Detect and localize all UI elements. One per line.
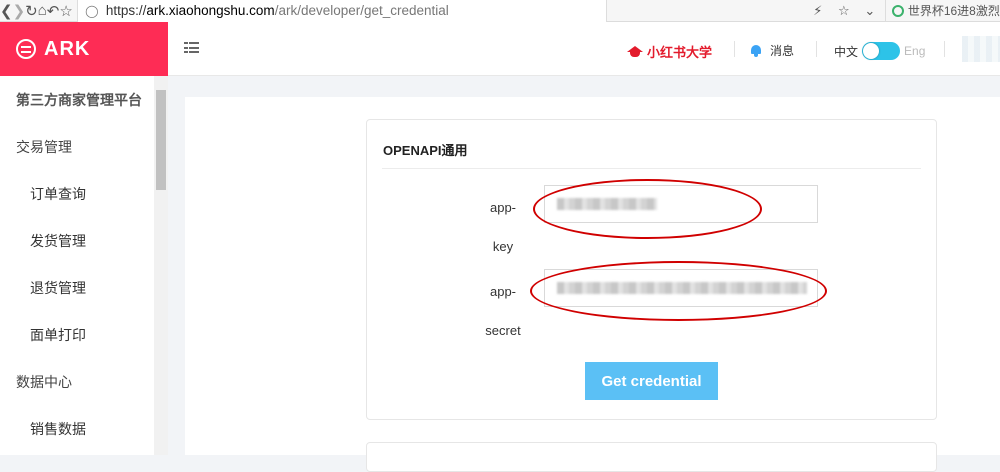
back-icon[interactable]: ❮ [0,0,13,22]
app-secret-label-line2: secret [485,323,521,338]
url-text: https://ark.xiaohongshu.com/ark/develope… [105,3,449,18]
sidebar-item-platform[interactable]: 第三方商家管理平台 [0,76,168,123]
bell-icon [750,44,762,57]
avatar[interactable] [962,36,1000,62]
shield-icon: ◯ [85,3,99,18]
sidebar-item-shipping[interactable]: 发货管理 [0,217,168,264]
graduation-cap-icon [627,45,643,58]
main-content: OPENAPI通用 app- key app- secret Get crede… [185,97,1000,472]
masked-value [557,198,657,210]
sidebar-section-trade[interactable]: 交易管理 [0,123,168,170]
divider [944,41,945,57]
messages-button[interactable]: 消息 [750,42,794,59]
scrollbar-thumb[interactable] [156,90,166,190]
sidebar-scrollbar[interactable] [154,76,168,455]
sidebar-item-orders[interactable]: 订单查询 [0,170,168,217]
university-link[interactable]: 小红书大学 [627,42,712,61]
bookmark-star-icon[interactable]: ☆ [833,3,855,19]
app-header: ARK 小红书大学 消息 中文 Eng [0,22,1000,76]
brand-name: ARK [44,37,91,60]
menu-toggle-icon[interactable] [184,42,199,54]
reload-icon[interactable]: ↻ [25,0,38,22]
star-icon[interactable]: ☆ [59,0,72,22]
forward-icon[interactable]: ❯ [13,0,26,22]
address-bar[interactable]: ◯ https://ark.xiaohongshu.com/ark/develo… [76,0,607,22]
undo-icon[interactable]: ↶ [47,0,60,22]
home-icon[interactable]: ⌂ [38,0,47,22]
sidebar-section-data[interactable]: 数据中心 [0,358,168,405]
get-credential-button[interactable]: Get credential [585,362,718,400]
app-key-label-line1: app- [489,200,517,215]
sidebar-item-waybill[interactable]: 面单打印 [0,311,168,358]
app-secret-field[interactable] [544,269,818,307]
brand-logo[interactable]: ARK [0,22,168,76]
sidebar-item-sales[interactable]: 销售数据 [0,405,168,452]
chevron-down-icon[interactable]: ⌄ [859,3,881,19]
app-key-label-line2: key [492,239,514,254]
secondary-card [366,442,937,472]
masked-value [557,282,807,294]
ark-logo-icon [16,39,36,59]
browser-toolbar: ❮ ❯ ↻ ⌂ ↶ ☆ ◯ https://ark.xiaohongshu.co… [0,0,1000,22]
lightning-icon[interactable]: ⚡ [807,3,829,19]
app-key-field[interactable] [544,185,818,223]
news-icon [891,4,904,17]
lang-zh-label: 中文 [834,44,859,59]
lang-en-label: Eng [904,44,926,58]
card-divider [382,168,921,169]
card-title: OPENAPI通用 [383,143,468,158]
app-secret-label-line1: app- [489,284,517,299]
sidebar-item-returns[interactable]: 退货管理 [0,264,168,311]
news-ticker[interactable]: 世界杯16进8激烈厮杀! [884,0,1000,22]
sidebar: 第三方商家管理平台 交易管理 订单查询 发货管理 退货管理 面单打印 数据中心 … [0,76,168,455]
language-switch[interactable]: 中文 Eng [834,42,925,60]
divider [734,41,735,57]
language-toggle[interactable] [862,42,901,60]
divider [816,41,817,57]
credential-card: OPENAPI通用 app- key app- secret Get crede… [366,119,937,420]
